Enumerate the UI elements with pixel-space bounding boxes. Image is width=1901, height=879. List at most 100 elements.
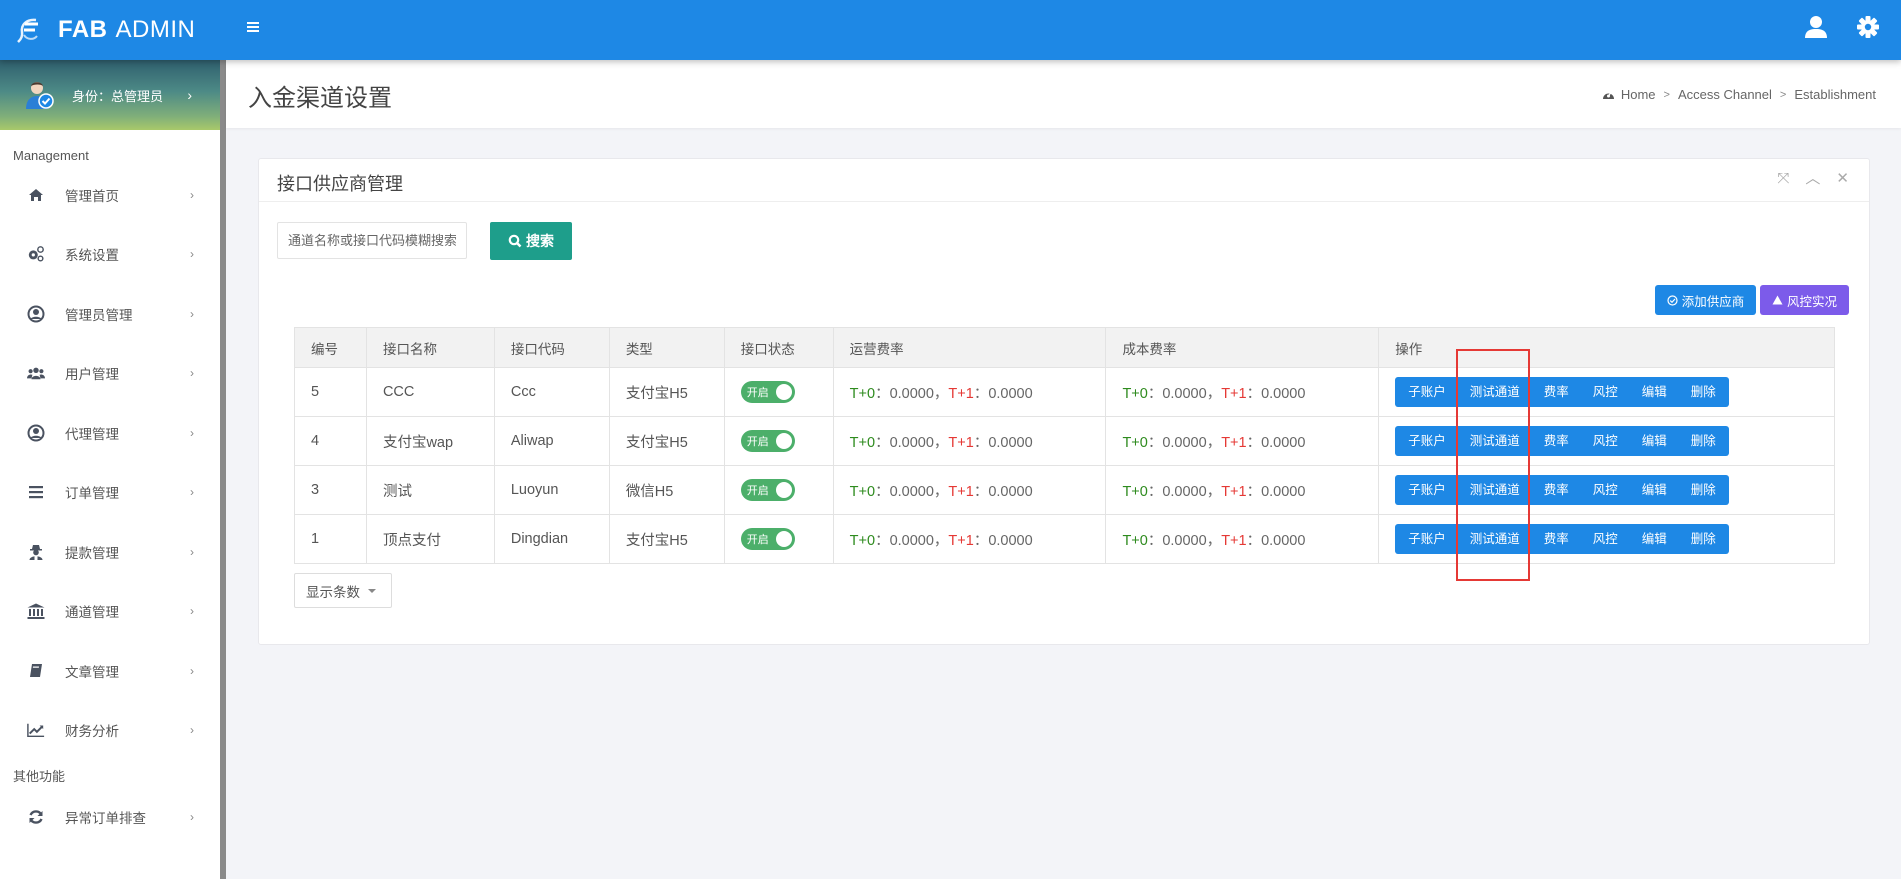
sidebar-item[interactable]: 管理首页 › xyxy=(0,165,220,225)
action-button[interactable]: 子账户 xyxy=(1395,475,1458,505)
status-toggle[interactable]: 开启 xyxy=(740,381,795,403)
provider-panel: 接口供应商管理 ⤧ ︿ ✕ 搜索 添加供应商 风控实况 编号接口名称接口代码类型… xyxy=(258,158,1870,645)
chevron-right-icon: › xyxy=(190,366,194,381)
action-button[interactable]: 费率 xyxy=(1532,426,1581,456)
collapse-icon[interactable]: ︿ xyxy=(1805,171,1820,187)
breadcrumb-current: Establishment xyxy=(1794,87,1876,102)
action-button[interactable]: 编辑 xyxy=(1630,377,1679,407)
breadcrumb-access-channel[interactable]: Access Channel xyxy=(1678,87,1772,102)
fee-t1-label: T+1 xyxy=(1221,434,1247,451)
action-button[interactable]: 费率 xyxy=(1532,377,1581,407)
fee-t1-value: 0.0000 xyxy=(1261,483,1306,500)
toggle-label: 开启 xyxy=(746,485,769,497)
sidebar-item[interactable]: 财务分析 › xyxy=(0,701,220,761)
breadcrumb: Home > Access Channel > Establishment xyxy=(1602,87,1876,102)
sidebar-item-label: 通道管理 xyxy=(65,605,119,621)
breadcrumb-separator: > xyxy=(1663,88,1670,101)
action-button[interactable]: 删除 xyxy=(1679,524,1729,554)
status-toggle[interactable]: 开启 xyxy=(740,479,795,501)
users-icon xyxy=(27,364,45,382)
fee-t1-label: T+1 xyxy=(1221,385,1247,402)
profile-card[interactable]: 身份：总管理员 › xyxy=(0,60,220,130)
action-button[interactable]: 风控 xyxy=(1581,377,1630,407)
cell-status: 开启 xyxy=(723,367,834,417)
warning-icon xyxy=(1772,295,1783,305)
action-button[interactable]: 风控 xyxy=(1581,524,1630,554)
chevron-right-icon: › xyxy=(190,425,194,440)
action-button[interactable]: 测试通道 xyxy=(1458,524,1532,554)
close-icon[interactable]: ✕ xyxy=(1836,171,1849,187)
sidebar-item[interactable]: 文章管理 › xyxy=(0,641,220,701)
action-button[interactable]: 费率 xyxy=(1532,475,1581,505)
cell-id: 1 xyxy=(294,514,367,564)
action-button[interactable]: 删除 xyxy=(1679,377,1729,407)
sidebar-item[interactable]: 代理管理 › xyxy=(0,403,220,463)
cell-type: 支付宝H5 xyxy=(608,367,725,417)
action-button[interactable]: 删除 xyxy=(1679,426,1729,456)
fee-t0-label: T+0 xyxy=(849,385,876,402)
cell-code: Ccc xyxy=(493,367,610,417)
action-button[interactable]: 费率 xyxy=(1532,524,1581,554)
action-button[interactable]: 测试通道 xyxy=(1458,377,1532,407)
search-icon xyxy=(508,234,522,248)
action-button[interactable]: 测试通道 xyxy=(1458,475,1532,505)
action-button-group: 子账户 测试通道 费率 风控 编辑 删除 xyxy=(1395,524,1729,554)
sidebar-item[interactable]: 异常订单排查 › xyxy=(0,787,220,847)
action-button[interactable]: 编辑 xyxy=(1630,524,1679,554)
sidebar-item[interactable]: 订单管理 › xyxy=(0,463,220,523)
breadcrumb-home[interactable]: Home xyxy=(1621,87,1656,102)
cell-cost-fee: T+0：0.0000，T+1：0.0000 xyxy=(1105,416,1380,466)
status-toggle[interactable]: 开启 xyxy=(740,528,795,550)
page-size-dropdown[interactable]: 显示条数 xyxy=(294,573,392,608)
action-button[interactable]: 子账户 xyxy=(1395,426,1458,456)
fee-sep: ： xyxy=(875,434,890,451)
action-button[interactable]: 子账户 xyxy=(1395,377,1458,407)
toggle-label: 开启 xyxy=(746,534,769,546)
action-button[interactable]: 删除 xyxy=(1679,475,1729,505)
toggle-label: 开启 xyxy=(746,387,769,399)
home-icon xyxy=(27,186,45,204)
status-toggle[interactable]: 开启 xyxy=(740,430,795,452)
brand-logo[interactable]: FAB ADMIN xyxy=(0,0,226,60)
action-button[interactable]: 子账户 xyxy=(1395,524,1458,554)
user-icon[interactable] xyxy=(1803,14,1829,40)
line-chart-icon xyxy=(27,721,45,739)
cell-type: 支付宝H5 xyxy=(608,514,725,564)
cell-code: Luoyun xyxy=(493,465,610,515)
action-button[interactable]: 风控 xyxy=(1581,426,1630,456)
chevron-right-icon: › xyxy=(190,187,194,202)
action-button[interactable]: 编辑 xyxy=(1630,475,1679,505)
expand-icon[interactable]: ⤧ xyxy=(1777,171,1789,187)
action-button-group: 子账户 测试通道 费率 风控 编辑 删除 xyxy=(1395,377,1729,407)
action-button[interactable]: 测试通道 xyxy=(1458,426,1532,456)
search-button[interactable]: 搜索 xyxy=(490,222,572,260)
fee-t1-value: 0.0000 xyxy=(988,483,1033,500)
menu-toggle-icon[interactable] xyxy=(247,22,259,34)
cell-code: Dingdian xyxy=(493,514,610,564)
section-label-management: Management xyxy=(13,148,89,163)
action-button[interactable]: 编辑 xyxy=(1630,426,1679,456)
sidebar-item[interactable]: 提款管理 › xyxy=(0,522,220,582)
risk-status-button[interactable]: 风控实况 xyxy=(1760,285,1849,315)
sidebar-item[interactable]: 管理员管理 › xyxy=(0,284,220,344)
profile-role: 身份：总管理员 xyxy=(72,88,164,104)
sidebar-item[interactable]: 系统设置 › xyxy=(0,225,220,285)
search-input[interactable] xyxy=(277,222,467,259)
page-title: 入金渠道设置 xyxy=(248,85,392,112)
table-row: 4 支付宝wap Aliwap 支付宝H5 开启 T+0：0.0000，T+1：0.000… xyxy=(294,416,1835,466)
fee-t1-label: T+1 xyxy=(948,385,974,402)
sidebar-item-label: 用户管理 xyxy=(65,367,119,383)
add-provider-button[interactable]: 添加供应商 xyxy=(1655,285,1756,315)
action-button[interactable]: 风控 xyxy=(1581,475,1630,505)
gear-icon[interactable] xyxy=(1855,14,1881,40)
cell-operating-fee: T+0：0.0000，T+1：0.0000 xyxy=(832,514,1107,564)
fee-sep: ： xyxy=(973,434,989,451)
sidebar-item[interactable]: 用户管理 › xyxy=(0,344,220,404)
sidebar-item[interactable]: 通道管理 › xyxy=(0,582,220,642)
fee-t1-value: 0.0000 xyxy=(988,385,1033,402)
breadcrumb-separator: > xyxy=(1779,88,1787,101)
sidebar-item-label: 管理员管理 xyxy=(65,307,133,323)
column-header: 编号 xyxy=(294,327,367,368)
sidebar-item-label: 提款管理 xyxy=(65,545,119,561)
chevron-right-icon: › xyxy=(190,544,194,559)
